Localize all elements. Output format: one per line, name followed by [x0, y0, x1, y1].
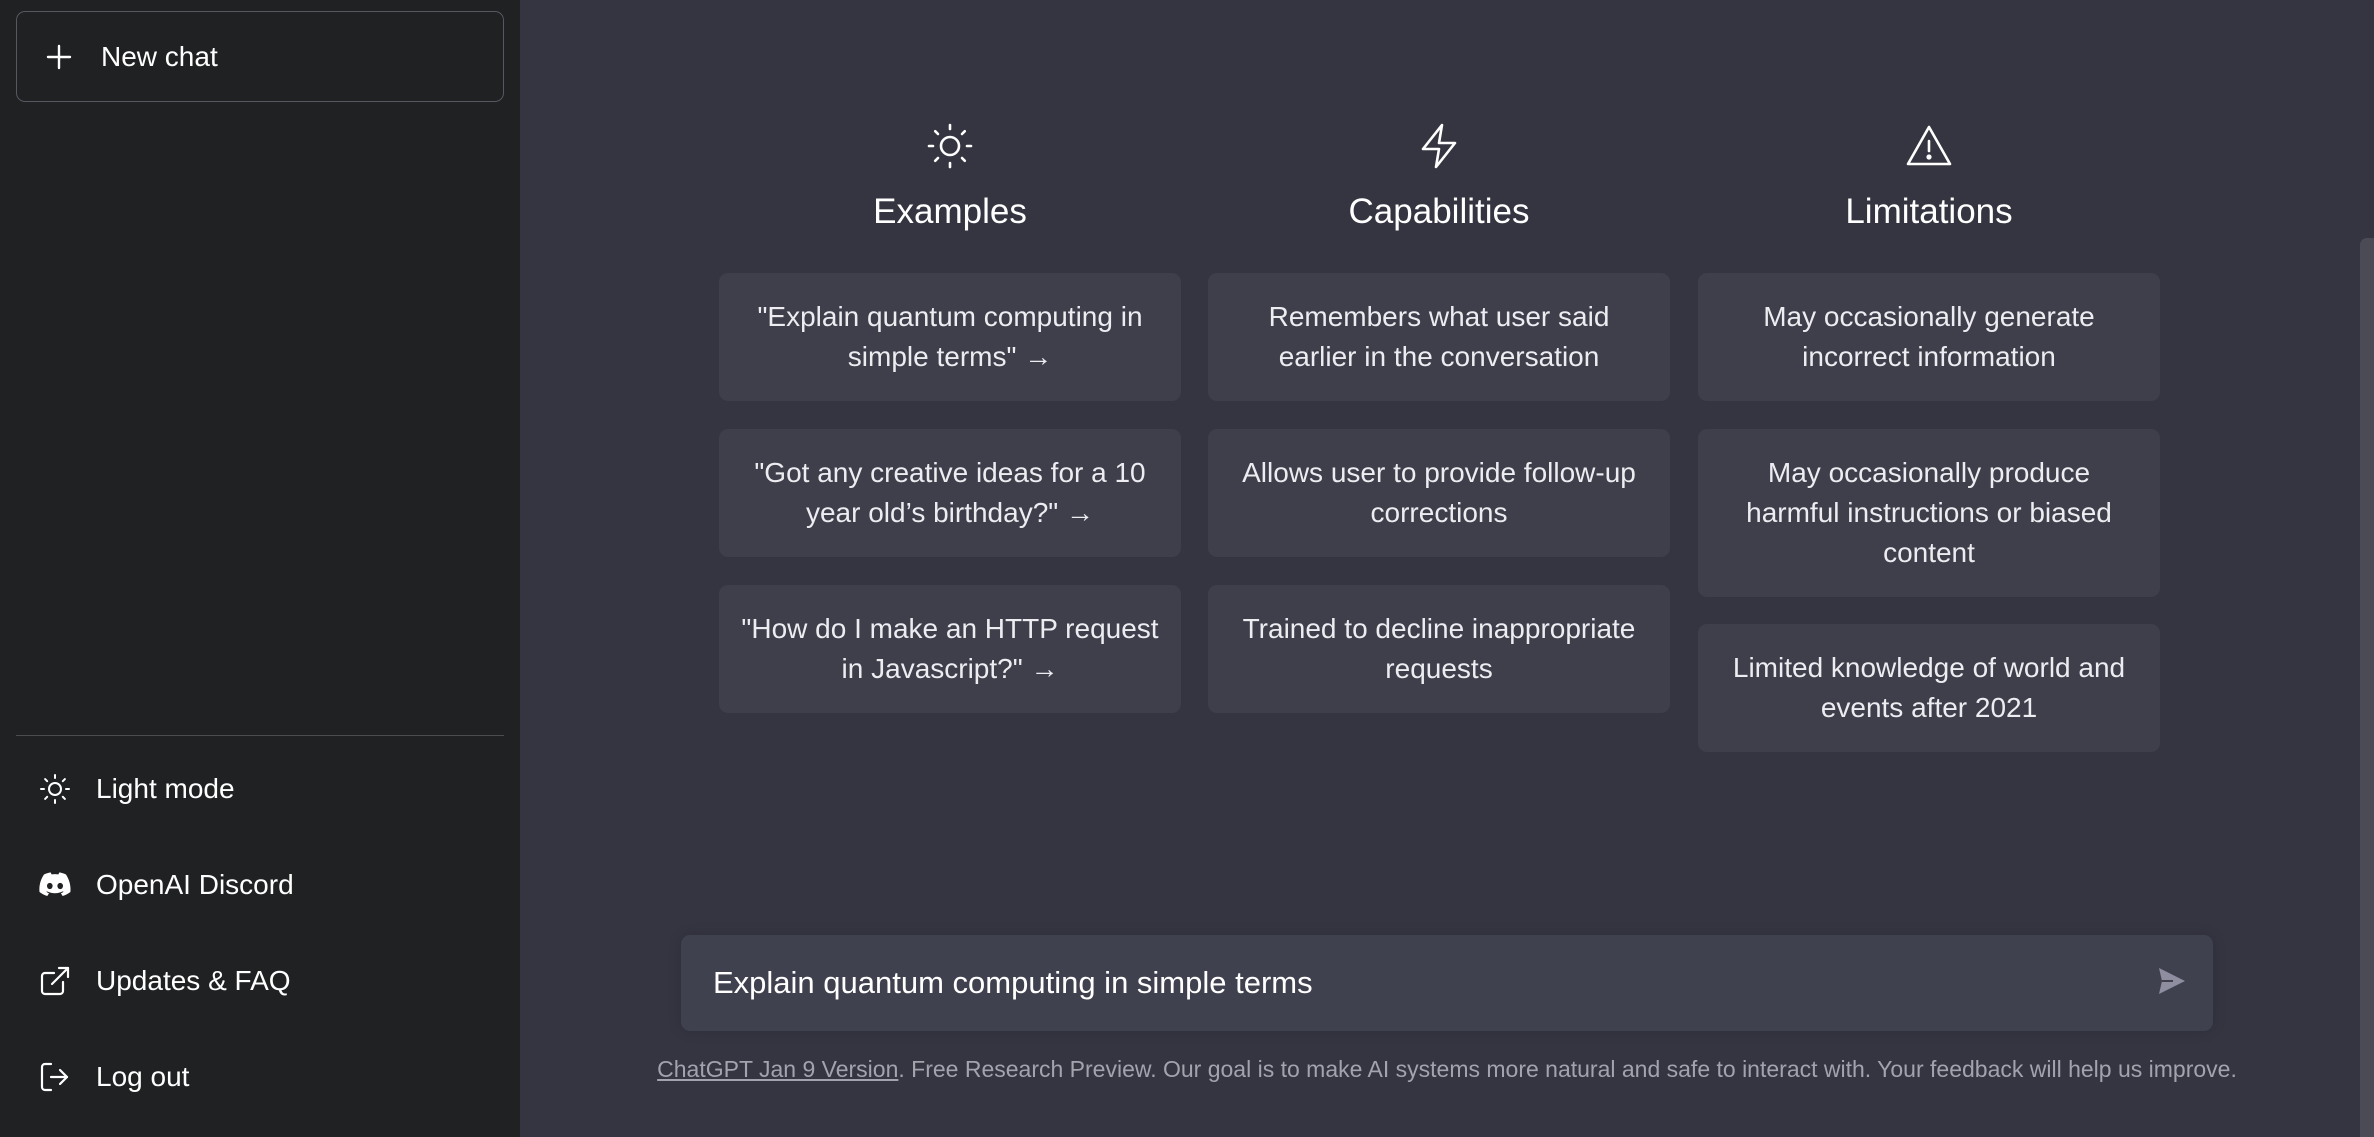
message-input[interactable]: Explain quantum computing in simple term…: [713, 935, 2113, 1031]
example-card[interactable]: "How do I make an HTTP request in Javasc…: [719, 585, 1181, 713]
limitation-card: May occasionally generate incorrect info…: [1698, 273, 2160, 401]
openai-discord-label: OpenAI Discord: [96, 869, 294, 900]
log-out-label: Log out: [96, 1061, 190, 1092]
plus-icon: [45, 43, 73, 71]
send-button[interactable]: [2153, 964, 2191, 1002]
light-mode-button[interactable]: Light mode: [16, 749, 504, 829]
app-window: New chat Light mode OpenAI Discord Updat…: [0, 0, 2374, 1137]
example-card[interactable]: "Got any creative ideas for a 10 year ol…: [719, 429, 1181, 557]
updates-faq-link[interactable]: Updates & FAQ: [16, 941, 504, 1021]
version-link[interactable]: ChatGPT Jan 9 Version: [657, 1056, 898, 1082]
discord-icon: [38, 868, 72, 902]
new-chat-button[interactable]: New chat: [16, 11, 504, 102]
send-icon: [2157, 966, 2187, 1001]
log-out-button[interactable]: Log out: [16, 1037, 504, 1117]
scrollbar[interactable]: [2360, 238, 2374, 1137]
openai-discord-link[interactable]: OpenAI Discord: [16, 845, 504, 925]
sidebar: New chat Light mode OpenAI Discord Updat…: [0, 0, 520, 1137]
sun-icon: [926, 122, 974, 170]
footer-text: . Free Research Preview. Our goal is to …: [898, 1056, 2237, 1082]
capability-card: Trained to decline inappropriate request…: [1208, 585, 1670, 713]
new-chat-label: New chat: [101, 40, 218, 72]
light-mode-label: Light mode: [96, 773, 235, 804]
examples-title: Examples: [873, 192, 1027, 231]
sun-icon: [38, 772, 72, 806]
updates-faq-label: Updates & FAQ: [96, 965, 291, 996]
message-composer: Explain quantum computing in simple term…: [681, 935, 2213, 1031]
logout-icon: [38, 1060, 72, 1094]
capability-card: Remembers what user said earlier in the …: [1208, 273, 1670, 401]
lightning-icon: [1415, 122, 1463, 170]
example-card[interactable]: "Explain quantum computing in simple ter…: [719, 273, 1181, 401]
sidebar-divider: [16, 735, 504, 736]
limitation-card: May occasionally produce harmful instruc…: [1698, 429, 2160, 597]
warning-icon: [1905, 122, 1953, 170]
external-link-icon: [38, 964, 72, 998]
capability-card: Allows user to provide follow-up correct…: [1208, 429, 1670, 557]
main-panel: Examples "Explain quantum computing in s…: [520, 0, 2374, 1137]
limitation-card: Limited knowledge of world and events af…: [1698, 624, 2160, 752]
limitations-title: Limitations: [1845, 192, 2013, 231]
capabilities-title: Capabilities: [1348, 192, 1530, 231]
footer-disclaimer: ChatGPT Jan 9 Version. Free Research Pre…: [520, 1056, 2374, 1083]
